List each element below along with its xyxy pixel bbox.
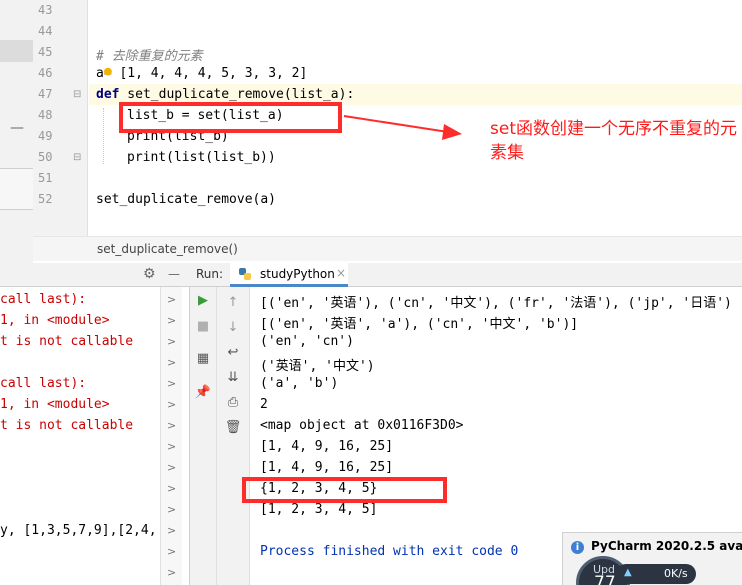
run-toolbar: ▶ ■ ▦ 📌	[190, 287, 217, 585]
traceback-line: call last):	[0, 292, 87, 307]
upload-arrow-icon: ▲	[624, 567, 632, 578]
breadcrumb[interactable]: set_duplicate_remove()	[97, 242, 238, 256]
stop-icon[interactable]: ■	[193, 319, 213, 334]
project-tool-strip: —	[0, 0, 33, 263]
tab-label: studyPython	[260, 267, 335, 281]
gear-icon[interactable]: ⚙	[143, 266, 156, 282]
print-icon[interactable]: ⎙	[223, 395, 243, 410]
breadcrumb-bar: set_duplicate_remove()	[33, 236, 742, 261]
chevron-right-icon[interactable]: >	[167, 398, 176, 411]
soft-wrap-icon[interactable]: ↩	[223, 345, 243, 360]
traceback-line: call last):	[0, 376, 87, 391]
variable-a: a	[96, 66, 104, 81]
close-icon[interactable]: ×	[336, 266, 346, 280]
code-line-assign: a ● = [1, 4, 4, 4, 5, 3, 3, 2]	[96, 64, 308, 81]
code-line-call: set_duplicate_remove(a)	[96, 192, 277, 207]
console-line: [('en', '英语'), ('cn', '中文'), ('fr', '法语'…	[260, 296, 732, 311]
code-line-print2: print(list(list_b))	[127, 150, 276, 165]
chevron-right-icon[interactable]: >	[167, 419, 176, 432]
code-line-def: def set_duplicate_remove(list_a):	[96, 87, 354, 102]
fold-arrow-column: > > > > > > > > > > > > > >	[160, 287, 182, 585]
left-tool-header: ⚙ —	[0, 263, 190, 287]
speed-widget: Upd 77 ▲ 0K/s	[576, 556, 696, 585]
annotation-box-output	[242, 477, 447, 503]
annotation-box-set	[119, 102, 342, 133]
def-keyword: def	[96, 87, 120, 102]
run-label: Run:	[196, 267, 224, 281]
fold-open-icon[interactable]: ⊟	[73, 89, 81, 100]
arrow-up-icon[interactable]: ↑	[223, 295, 243, 310]
traceback-line: 1, in <module>	[0, 313, 110, 328]
def-signature: set_duplicate_remove(list_a):	[119, 87, 355, 102]
chevron-right-icon[interactable]: >	[167, 566, 176, 579]
chevron-right-icon[interactable]: >	[167, 482, 176, 495]
chevron-right-icon[interactable]: >	[167, 293, 176, 306]
chevron-right-icon[interactable]: >	[167, 377, 176, 390]
layout-icon[interactable]: ▦	[193, 351, 213, 366]
console-line: y, [1,3,5,7,9],[2,4,	[0, 523, 157, 538]
console-line: ('英语', '中文')	[260, 359, 375, 374]
speed-value: 0K/s	[664, 567, 688, 580]
chevron-right-icon[interactable]: >	[167, 356, 176, 369]
console-line: [1, 4, 9, 16, 25]	[260, 439, 394, 454]
gauge-value: 77	[594, 573, 616, 585]
chevron-right-icon[interactable]: >	[167, 545, 176, 558]
console-line: ('a', 'b')	[260, 376, 339, 391]
chevron-right-icon[interactable]: >	[167, 335, 176, 348]
speed-readout: ▲ 0K/s	[616, 564, 696, 584]
console-line: <map object at 0x0116F3D0>	[260, 418, 464, 433]
info-icon: i	[571, 541, 584, 554]
bulb-icon[interactable]: ●	[104, 64, 112, 79]
console-line: [('en', '英语', 'a'), ('cn', '中文', 'b')]	[260, 317, 579, 332]
trash-icon[interactable]: 🗑	[223, 420, 243, 435]
left-tool-window: ⚙ — call last): 1, in <module> t is not …	[0, 263, 190, 585]
rerun-icon[interactable]: ▶	[193, 293, 213, 308]
console-toolbar: ↑ ↓ ↩ ⇊ ⎙ 🗑	[217, 287, 250, 585]
chevron-right-icon[interactable]: >	[167, 314, 176, 327]
arrow-down-icon[interactable]: ↓	[223, 320, 243, 335]
fold-end-icon[interactable]: ⊟	[73, 152, 81, 163]
traceback-line: 1, in <module>	[0, 397, 110, 412]
minimize-icon[interactable]: —	[10, 120, 24, 136]
run-tool-header: Run: studyPython ×	[190, 263, 742, 287]
process-finished-line: Process finished with exit code 0	[260, 544, 519, 559]
traceback-line: t is not callable	[0, 418, 134, 433]
console-line: 2	[260, 397, 268, 412]
scroll-to-end-icon[interactable]: ⇊	[223, 370, 243, 385]
notification-text: PyCharm 2020.2.5 availab	[591, 539, 742, 553]
code-line-comment: # 去除重复的元素	[96, 49, 203, 64]
annotation-arrow	[343, 115, 462, 140]
tab-studypython[interactable]: studyPython ×	[230, 263, 348, 287]
chevron-right-icon[interactable]: >	[167, 461, 176, 474]
annotation-text: set函数创建一个无序不重复的元素集	[490, 119, 737, 163]
hide-icon[interactable]: —	[168, 267, 180, 281]
chevron-right-icon[interactable]: >	[167, 440, 176, 453]
console-line: ('en', 'cn')	[260, 334, 354, 349]
pin-icon[interactable]: 📌	[193, 385, 213, 400]
traceback-line: t is not callable	[0, 334, 134, 349]
assign-rest: = [1, 4, 4, 4, 5, 3, 3, 2]	[103, 66, 308, 81]
project-tree-selection	[0, 40, 33, 62]
console-line: [1, 2, 3, 4, 5]	[260, 502, 378, 517]
python-icon	[239, 268, 251, 280]
line-number-gutter: 43 44 45 46 47 48 49 50 51 52 ⊟ ⊟	[33, 0, 88, 236]
chevron-right-icon[interactable]: >	[167, 503, 176, 516]
chevron-right-icon[interactable]: >	[167, 524, 176, 537]
indent-guide	[103, 108, 104, 164]
console-line: [1, 4, 9, 16, 25]	[260, 460, 394, 475]
project-tree-panel-edge	[0, 168, 33, 210]
